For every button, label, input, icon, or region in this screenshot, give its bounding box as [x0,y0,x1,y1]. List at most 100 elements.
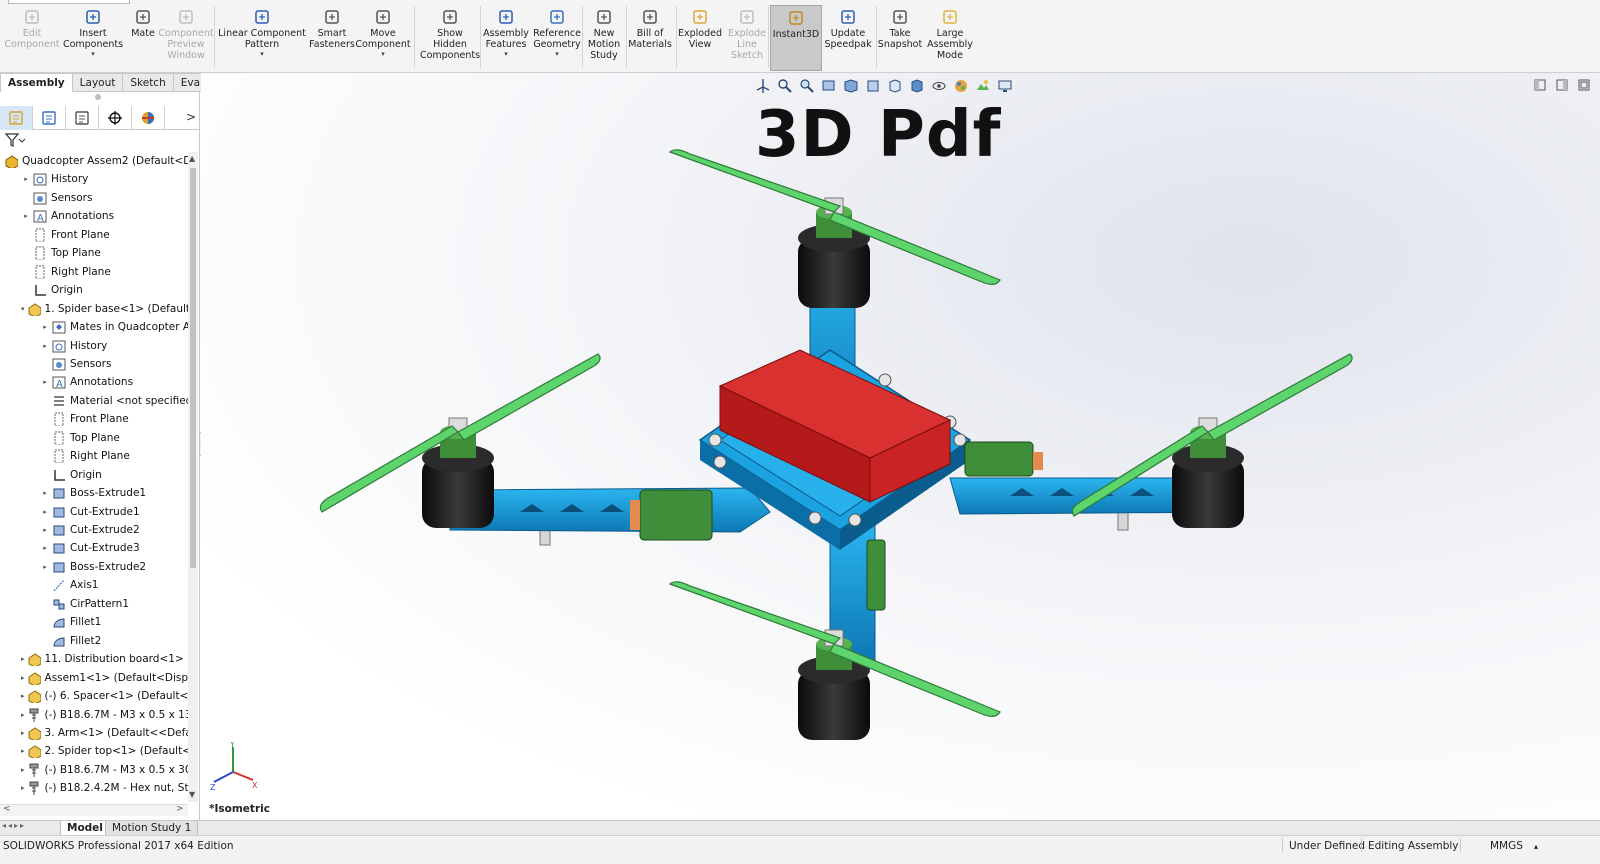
tree-item[interactable]: ▸ Boss-Extrude1 [40,484,188,502]
insert-components-button[interactable]: Insert Components ▾ [62,8,124,70]
tile-view-icon[interactable] [1556,79,1568,91]
motor-right[interactable] [1172,417,1244,528]
scroll-down-icon[interactable]: ▼ [189,790,195,799]
large-assembly-button[interactable]: Large Assembly Mode [926,8,974,70]
tab-scroll-arrows-icon[interactable]: ◂◂▸▸ [2,821,26,830]
panel-tab-dimxpert[interactable] [99,106,132,130]
esc-right[interactable] [964,441,1034,477]
expand-arrow-icon[interactable]: ▸ [21,674,25,682]
hide-show-items-icon[interactable] [931,78,947,94]
explode-line-sketch-button[interactable]: Explode Line Sketch [726,8,768,70]
move-component-button[interactable]: Move Component ▾ [355,8,411,70]
expand-arrow-icon[interactable]: ▸ [21,711,25,719]
tree-item[interactable]: ▸ Cut-Extrude1 [40,503,188,521]
tree-item[interactable]: ▸ 3. Arm<1> (Default<<Default>_I [21,724,188,742]
edit-appearance-icon[interactable] [953,78,969,94]
panel-tab-configuration-manager[interactable] [66,106,99,130]
tree-item[interactable]: ▸ Cut-Extrude2 [40,521,188,539]
units-dropdown-icon[interactable]: ▴ [1534,842,1538,851]
tree-item[interactable]: ▸ 2. Spider top<1> (Default<<Defa [21,742,188,760]
scroll-left-icon[interactable]: < [3,804,11,814]
tree-scroll-thumb[interactable] [190,168,196,568]
apply-scene-icon[interactable] [975,78,991,94]
reference-geometry-button[interactable]: Reference Geometry ▾ [532,8,582,70]
smart-fasteners-button[interactable]: Smart Fasteners [309,8,355,70]
view-orientation-icon[interactable] [755,78,771,94]
tree-item[interactable]: Fillet2 [40,632,188,650]
tab-layout[interactable]: Layout [72,73,124,92]
component-preview-button[interactable]: Component Preview Window [158,8,214,70]
expand-arrow-icon[interactable]: ▸ [40,489,50,497]
expand-arrow-icon[interactable]: ▾ [21,305,25,313]
expand-arrow-icon[interactable]: ▸ [21,747,25,755]
expand-arrow-icon[interactable]: ▸ [21,212,31,220]
expand-arrow-icon[interactable]: ▸ [21,766,25,774]
tree-item[interactable]: Material <not specified> [40,392,188,410]
tree-item[interactable]: ▸ Assem1<1> (Default<Display Sta [21,669,188,687]
tree-item[interactable]: ▸ Boss-Extrude2 [40,558,188,576]
assembly-features-button[interactable]: Assembly Features ▾ [482,8,530,70]
expand-arrow-icon[interactable]: ▸ [40,526,50,534]
dynamic-annotation-icon[interactable] [865,78,881,94]
panel-tab-feature-manager[interactable] [0,106,33,130]
tree-item[interactable]: ▸ (-) B18.6.7M - M3 x 0.5 x 13 Type [21,706,188,724]
expand-arrow-icon[interactable]: ▸ [21,692,25,700]
tree-item[interactable]: Fillet1 [40,613,188,631]
expand-arrow-icon[interactable]: ▸ [40,544,50,552]
tree-item[interactable]: Front Plane [40,410,188,428]
tree-item[interactable]: Sensors [40,355,188,373]
filter-icon[interactable] [4,132,26,148]
tab-assembly[interactable]: Assembly [0,73,73,92]
tree-item[interactable]: ▸ A Annotations [21,207,188,225]
quadcopter-model[interactable] [310,140,1370,760]
expand-arrow-icon[interactable]: ▸ [21,729,25,737]
status-units[interactable]: MMGS [1490,840,1523,852]
tree-item[interactable]: CirPattern1 [40,595,188,613]
tab-model[interactable]: Model [60,821,110,836]
linear-pattern-button[interactable]: Linear Component Pattern ▾ [216,8,308,70]
update-speedpak-button[interactable]: Update Speedpak [823,8,873,70]
tree-item[interactable]: ▸ Cut-Extrude3 [40,539,188,557]
tree-item[interactable]: ▸ History [40,337,188,355]
tree-item[interactable]: ▸ 11. Distribution board<1> (Defau [21,650,188,668]
scroll-up-icon[interactable]: ▲ [189,154,195,163]
expand-arrow-icon[interactable]: ▸ [40,563,50,571]
tree-horizontal-scrollbar[interactable]: < > [0,804,188,816]
view-orientation-dropdown-icon[interactable] [887,78,903,94]
tree-item[interactable]: ▸ (-) 6. Spacer<1> (Default<<Defa [21,687,188,705]
tab-sketch[interactable]: Sketch [123,73,174,92]
restore-view-icon[interactable] [1534,79,1546,91]
panel-tabs-chevron-icon[interactable]: > [186,110,196,124]
instant3d-button[interactable]: Instant3D [770,5,822,71]
tree-item[interactable]: Quadcopter Assem2 (Default<Displa [2,152,188,170]
maximize-view-icon[interactable] [1578,79,1590,91]
dropdown-arrow-icon[interactable]: ▾ [555,50,559,58]
scroll-right-icon[interactable]: > [176,804,184,814]
tree-item[interactable]: Origin [40,466,188,484]
edit-component-button[interactable]: Edit Component [4,8,60,70]
expand-arrow-icon[interactable]: ▸ [40,323,50,331]
expand-arrow-icon[interactable]: ▸ [21,784,25,792]
tree-item[interactable]: Origin [21,281,188,299]
tree-item[interactable]: Axis1 [40,576,188,594]
bill-of-materials-button[interactable]: Bill of Materials [628,8,672,70]
tree-item[interactable]: ▸ Mates in Quadcopter Assem [40,318,188,336]
display-style-icon[interactable] [909,78,925,94]
tree-item[interactable]: Right Plane [40,447,188,465]
panel-collapse-handle[interactable] [95,94,101,100]
dropdown-arrow-icon[interactable]: ▾ [504,50,508,58]
dropdown-arrow-icon[interactable]: ▾ [260,50,264,58]
tree-filter[interactable] [4,132,34,148]
tree-item[interactable]: Front Plane [21,226,188,244]
esc-left[interactable] [639,489,713,541]
panel-tab-property-manager[interactable] [33,106,66,130]
expand-arrow-icon[interactable]: ▸ [40,378,50,386]
tree-item[interactable]: ▸ (-) B18.2.4.2M - Hex nut, Style 2, [21,779,188,797]
panel-tab-display-manager[interactable] [132,106,165,130]
motor-left[interactable] [422,417,494,528]
exploded-view-button[interactable]: Exploded View [678,8,722,70]
tree-item[interactable]: Top Plane [40,429,188,447]
tab-motion-study[interactable]: Motion Study 1 [105,821,199,836]
view-settings-icon[interactable] [997,78,1013,94]
tree-item[interactable]: Sensors [21,189,188,207]
